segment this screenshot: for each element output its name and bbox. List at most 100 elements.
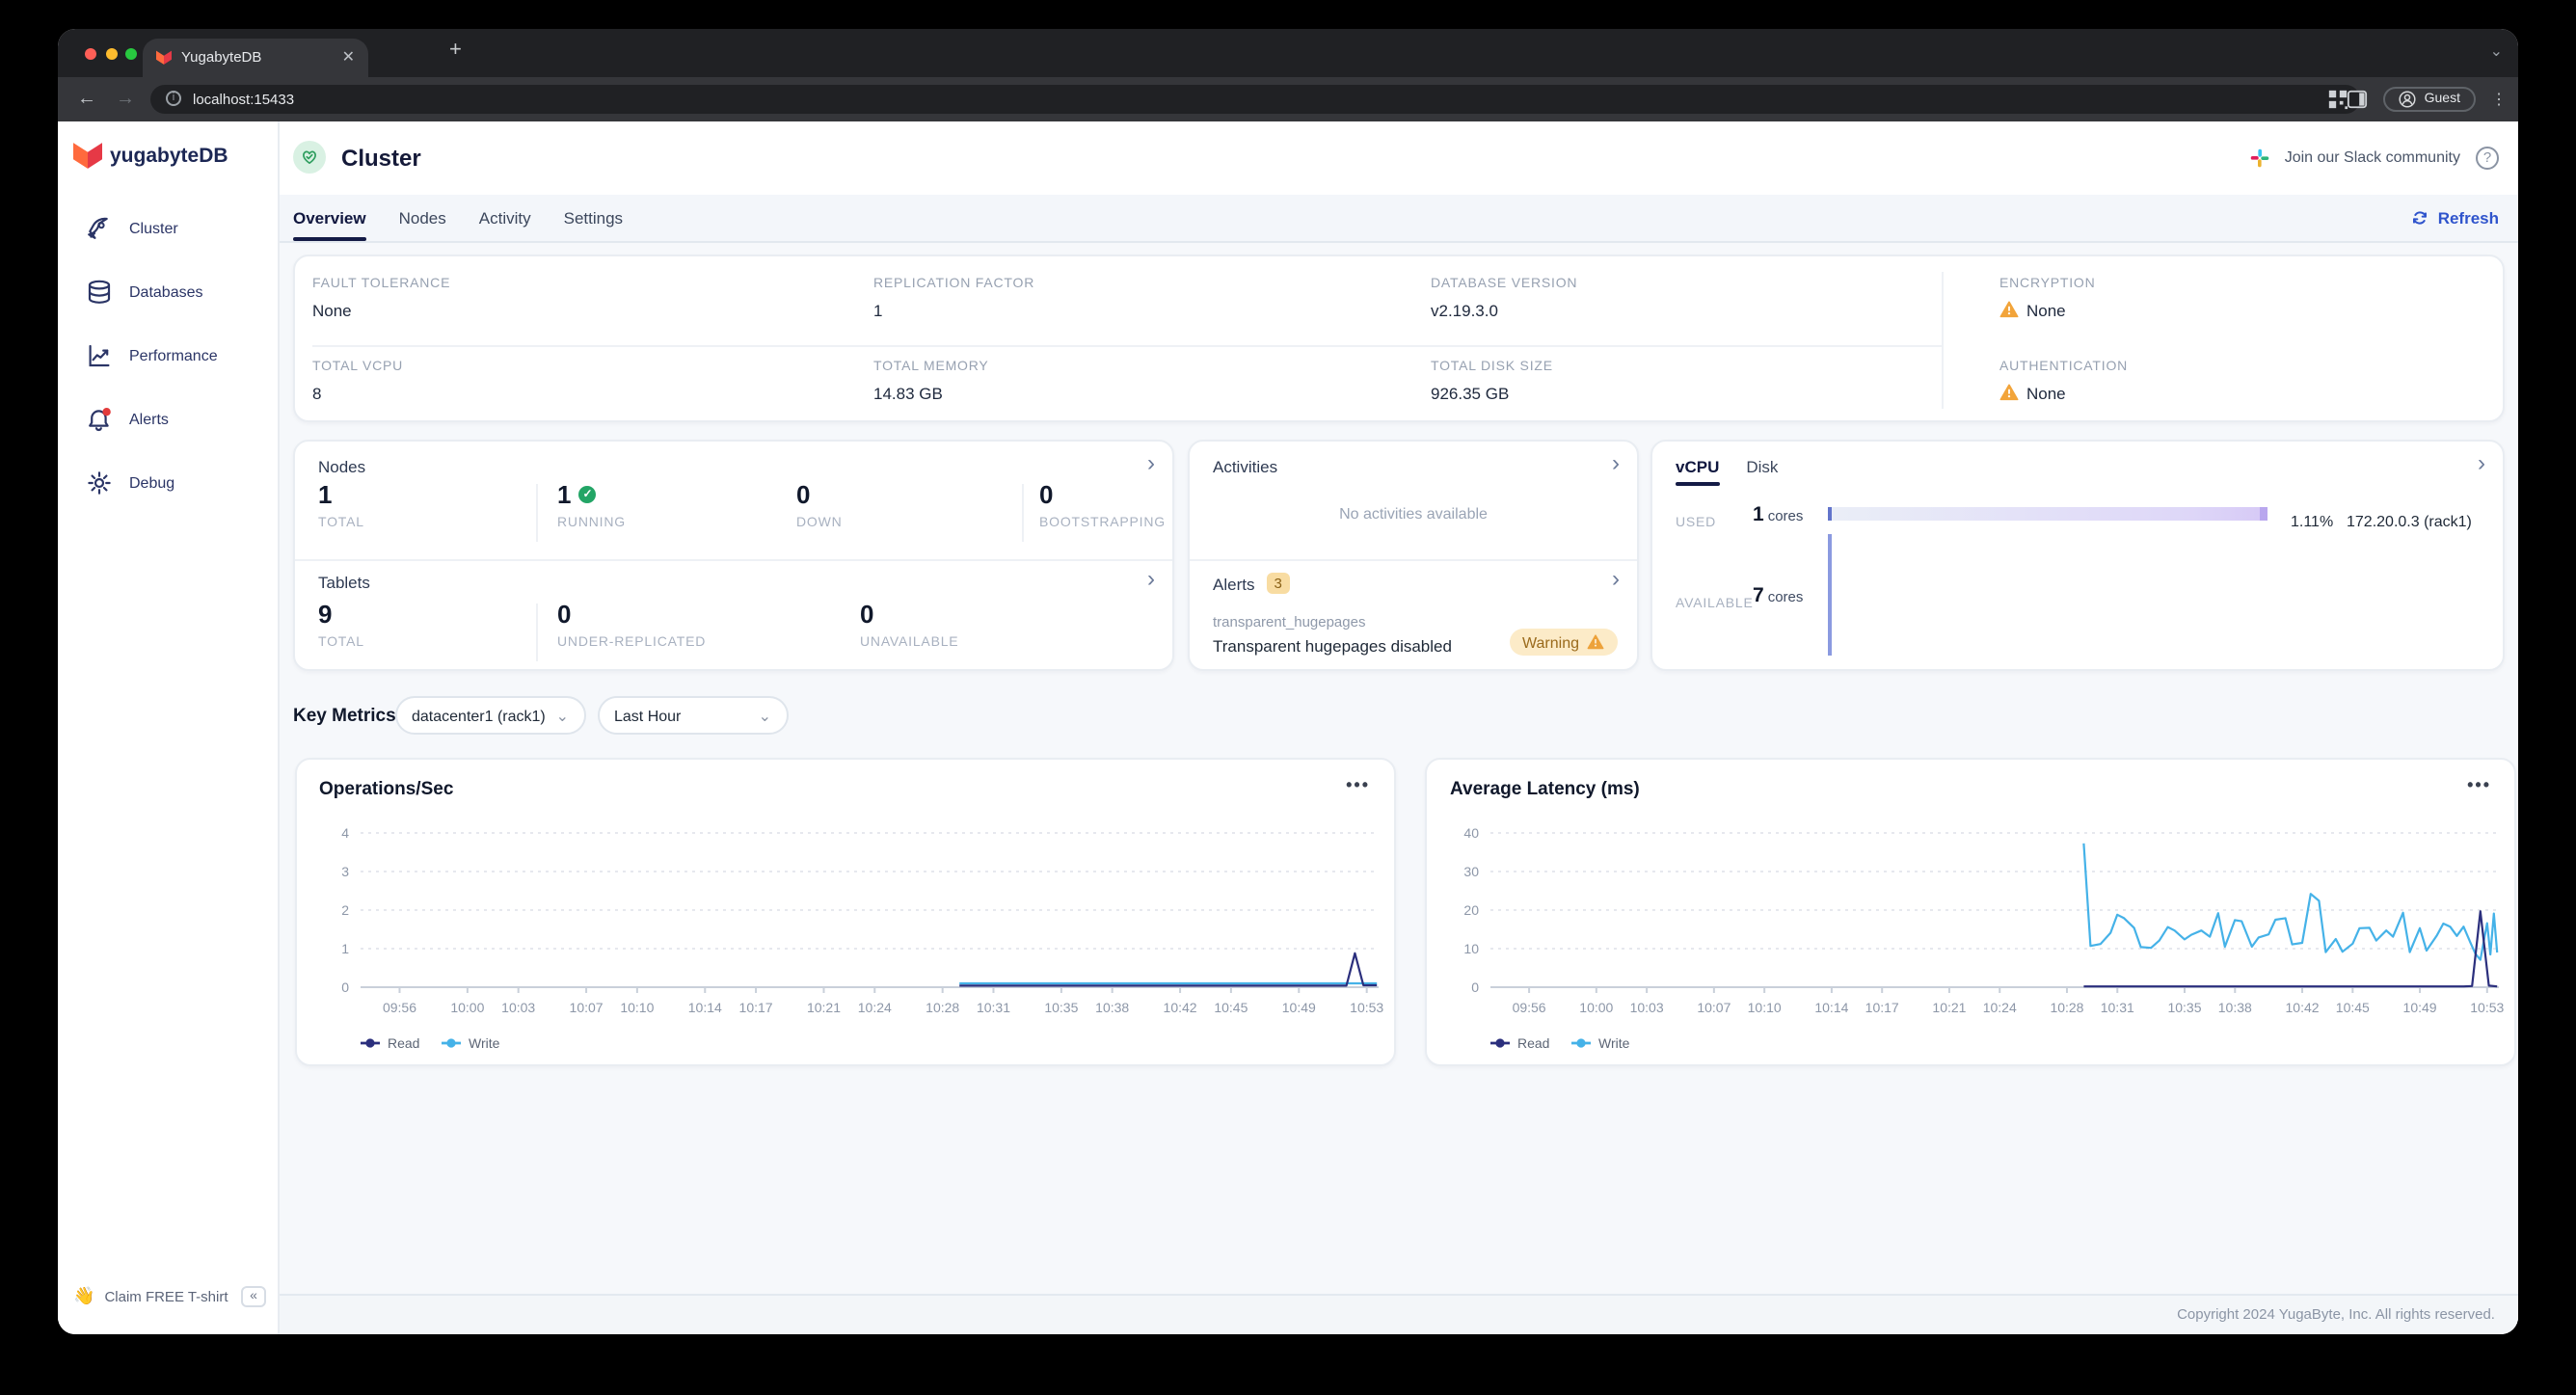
sidebar-item-databases[interactable]: Databases [58, 259, 278, 323]
database-version-label: DATABASE VERSION [1431, 277, 1578, 290]
qr-code-icon[interactable] [2327, 89, 2348, 110]
alerts-panel-title: Alerts [1213, 574, 1255, 593]
warning-badge-label: Warning [1522, 633, 1579, 651]
app-footer: Copyright 2024 YugaByte, Inc. All rights… [280, 1293, 2518, 1333]
svg-text:10:03: 10:03 [500, 1000, 534, 1015]
yugabyte-favicon [156, 50, 172, 65]
svg-text:09:56: 09:56 [382, 1000, 416, 1015]
cluster-tabs: Overview Nodes Activity Settings Refresh [280, 194, 2518, 242]
cpu-usage-card: vCPU Disk › USED 1 cores 1.11% 172.20.0.3… [1650, 440, 2505, 671]
tab-overview[interactable]: Overview [293, 193, 366, 241]
cpu-used-unit: cores [1767, 507, 1804, 524]
svg-text:10:07: 10:07 [569, 1000, 603, 1015]
svg-text:Write: Write [1598, 1035, 1630, 1051]
claim-tshirt-banner[interactable]: 👋 Claim FREE T-shirt « [58, 1285, 280, 1306]
browser-window: YugabyteDB ✕ + ⌄ ← → ⟳ i localhost:15433 [58, 29, 2518, 1333]
svg-text:40: 40 [1463, 825, 1479, 841]
svg-text:10:42: 10:42 [2286, 1000, 2320, 1015]
alerts-chevron-icon[interactable]: › [1612, 567, 1620, 590]
tab-close-icon[interactable]: ✕ [342, 49, 355, 66]
svg-text:10:31: 10:31 [976, 1000, 1009, 1015]
region-select[interactable]: datacenter1 (rack1) ⌄ [394, 696, 586, 735]
back-icon[interactable]: ← [77, 89, 96, 110]
activities-card: Activities › No activities available Ale… [1188, 440, 1639, 671]
tablets-panel-title: Tablets [318, 573, 370, 592]
sidebar-item-performance[interactable]: Performance [58, 323, 278, 387]
svg-text:10:53: 10:53 [1349, 1000, 1382, 1015]
new-tab-button[interactable]: + [449, 40, 462, 62]
tab-activity[interactable]: Activity [479, 193, 531, 241]
operations-chart-card: Operations/Sec ••• 0 1 2 3 4 09:56 10:00 10:03 1… [294, 758, 1395, 1066]
svg-text:10:10: 10:10 [1748, 1000, 1782, 1015]
minimize-window-button[interactable] [105, 47, 117, 59]
svg-text:10:24: 10:24 [857, 1000, 891, 1015]
browser-menu-icon[interactable]: ⋮ [2491, 91, 2507, 108]
address-bar[interactable]: i localhost:15433 [150, 84, 2360, 114]
svg-text:Write: Write [468, 1035, 499, 1051]
help-icon[interactable]: ? [2476, 146, 2499, 169]
claim-tshirt-label: Claim FREE T-shirt [104, 1287, 228, 1304]
sidebar-item-cluster[interactable]: Cluster [58, 196, 278, 259]
cpu-available-value: 7 [1753, 584, 1764, 607]
refresh-icon [2413, 210, 2428, 224]
cpu-usage-bar [1828, 507, 2267, 521]
svg-text:09:56: 09:56 [1513, 1000, 1546, 1015]
replication-factor-value: 1 [873, 300, 883, 319]
waving-hand-icon: 👋 [73, 1285, 95, 1304]
operations-chart-title: Operations/Sec [319, 779, 454, 800]
tab-disk[interactable]: Disk [1746, 451, 1778, 482]
svg-text:10:14: 10:14 [687, 1000, 721, 1015]
nodes-chevron-icon[interactable]: › [1147, 451, 1155, 474]
app-logo-text: yugabyteDB [110, 144, 228, 167]
svg-text:0: 0 [1471, 979, 1479, 995]
yugabyted-ui: yugabyteDB Cluster Databases Performance… [58, 121, 2518, 1333]
svg-text:10:10: 10:10 [619, 1000, 653, 1015]
sidebar-item-debug[interactable]: Debug [58, 450, 278, 514]
chart-menu-icon[interactable]: ••• [1346, 775, 1370, 794]
refresh-button[interactable]: Refresh [2411, 207, 2499, 227]
activities-chevron-icon[interactable]: › [1612, 451, 1620, 474]
alert-dot [102, 407, 111, 416]
nodes-bootstrapping-label: BOOTSTRAPPING [1039, 517, 1166, 530]
sidebar-item-label: Debug [129, 473, 175, 491]
close-window-button[interactable] [85, 47, 96, 59]
latency-chart-card: Average Latency (ms) ••• 0 10 20 30 40 09:56 1… [1425, 758, 2516, 1066]
nodes-running-value: 1 [557, 480, 572, 509]
tablets-underreplicated-value: 0 [557, 600, 572, 629]
latency-chart: 0 10 20 30 40 09:56 10:00 10:03 10:07 10:10 10:14 1… [1463, 825, 2504, 1051]
maximize-window-button[interactable] [125, 47, 137, 59]
browser-toolbar: ← → ⟳ i localhost:15433 [58, 77, 2518, 121]
profile-button[interactable]: Guest [2383, 86, 2476, 112]
cpu-node-address: 172.20.0.3 (rack1) [2347, 513, 2472, 530]
slack-community-link[interactable]: Join our Slack community [2285, 148, 2460, 166]
sidebar-item-label: Alerts [129, 410, 169, 427]
sidebar-item-alerts[interactable]: Alerts [58, 387, 278, 450]
tab-vcpu[interactable]: vCPU [1676, 451, 1719, 486]
tab-settings[interactable]: Settings [564, 193, 623, 241]
site-info-icon[interactable]: i [166, 91, 181, 107]
chart-menu-icon[interactable]: ••• [2467, 775, 2491, 794]
forward-icon[interactable]: → [116, 89, 135, 110]
cpu-used-label: USED [1676, 517, 1717, 530]
collapse-sidebar-button[interactable]: « [241, 1285, 266, 1306]
cpu-chevron-icon[interactable]: › [2478, 451, 2485, 474]
svg-text:2: 2 [340, 902, 348, 918]
svg-text:10:35: 10:35 [1043, 1000, 1077, 1015]
tablets-total-value: 9 [318, 600, 333, 629]
authentication-label: AUTHENTICATION [1999, 360, 2129, 373]
desktop: YugabyteDB ✕ + ⌄ ← → ⟳ i localhost:15433 [0, 0, 2576, 1395]
chevron-down-icon: ⌄ [758, 707, 771, 724]
tablets-chevron-icon[interactable]: › [1147, 567, 1155, 590]
nodes-card: Nodes › 1 TOTAL 1 ✓ RUNNING 0 DOWN 0 BOO… [293, 440, 1174, 671]
svg-text:10:45: 10:45 [2336, 1000, 2370, 1015]
svg-text:4: 4 [340, 825, 348, 841]
tab-search-icon[interactable]: ⌄ [2490, 42, 2503, 60]
browser-tab[interactable]: YugabyteDB ✕ [143, 38, 368, 77]
svg-text:Read: Read [387, 1035, 418, 1051]
gear-icon [88, 470, 111, 494]
alert-name-link[interactable]: transparent_hugepages [1213, 613, 1365, 630]
side-panel-icon[interactable] [2348, 89, 2369, 110]
time-range-select[interactable]: Last Hour ⌄ [597, 696, 789, 735]
svg-text:3: 3 [340, 864, 348, 879]
tab-nodes[interactable]: Nodes [399, 193, 446, 241]
